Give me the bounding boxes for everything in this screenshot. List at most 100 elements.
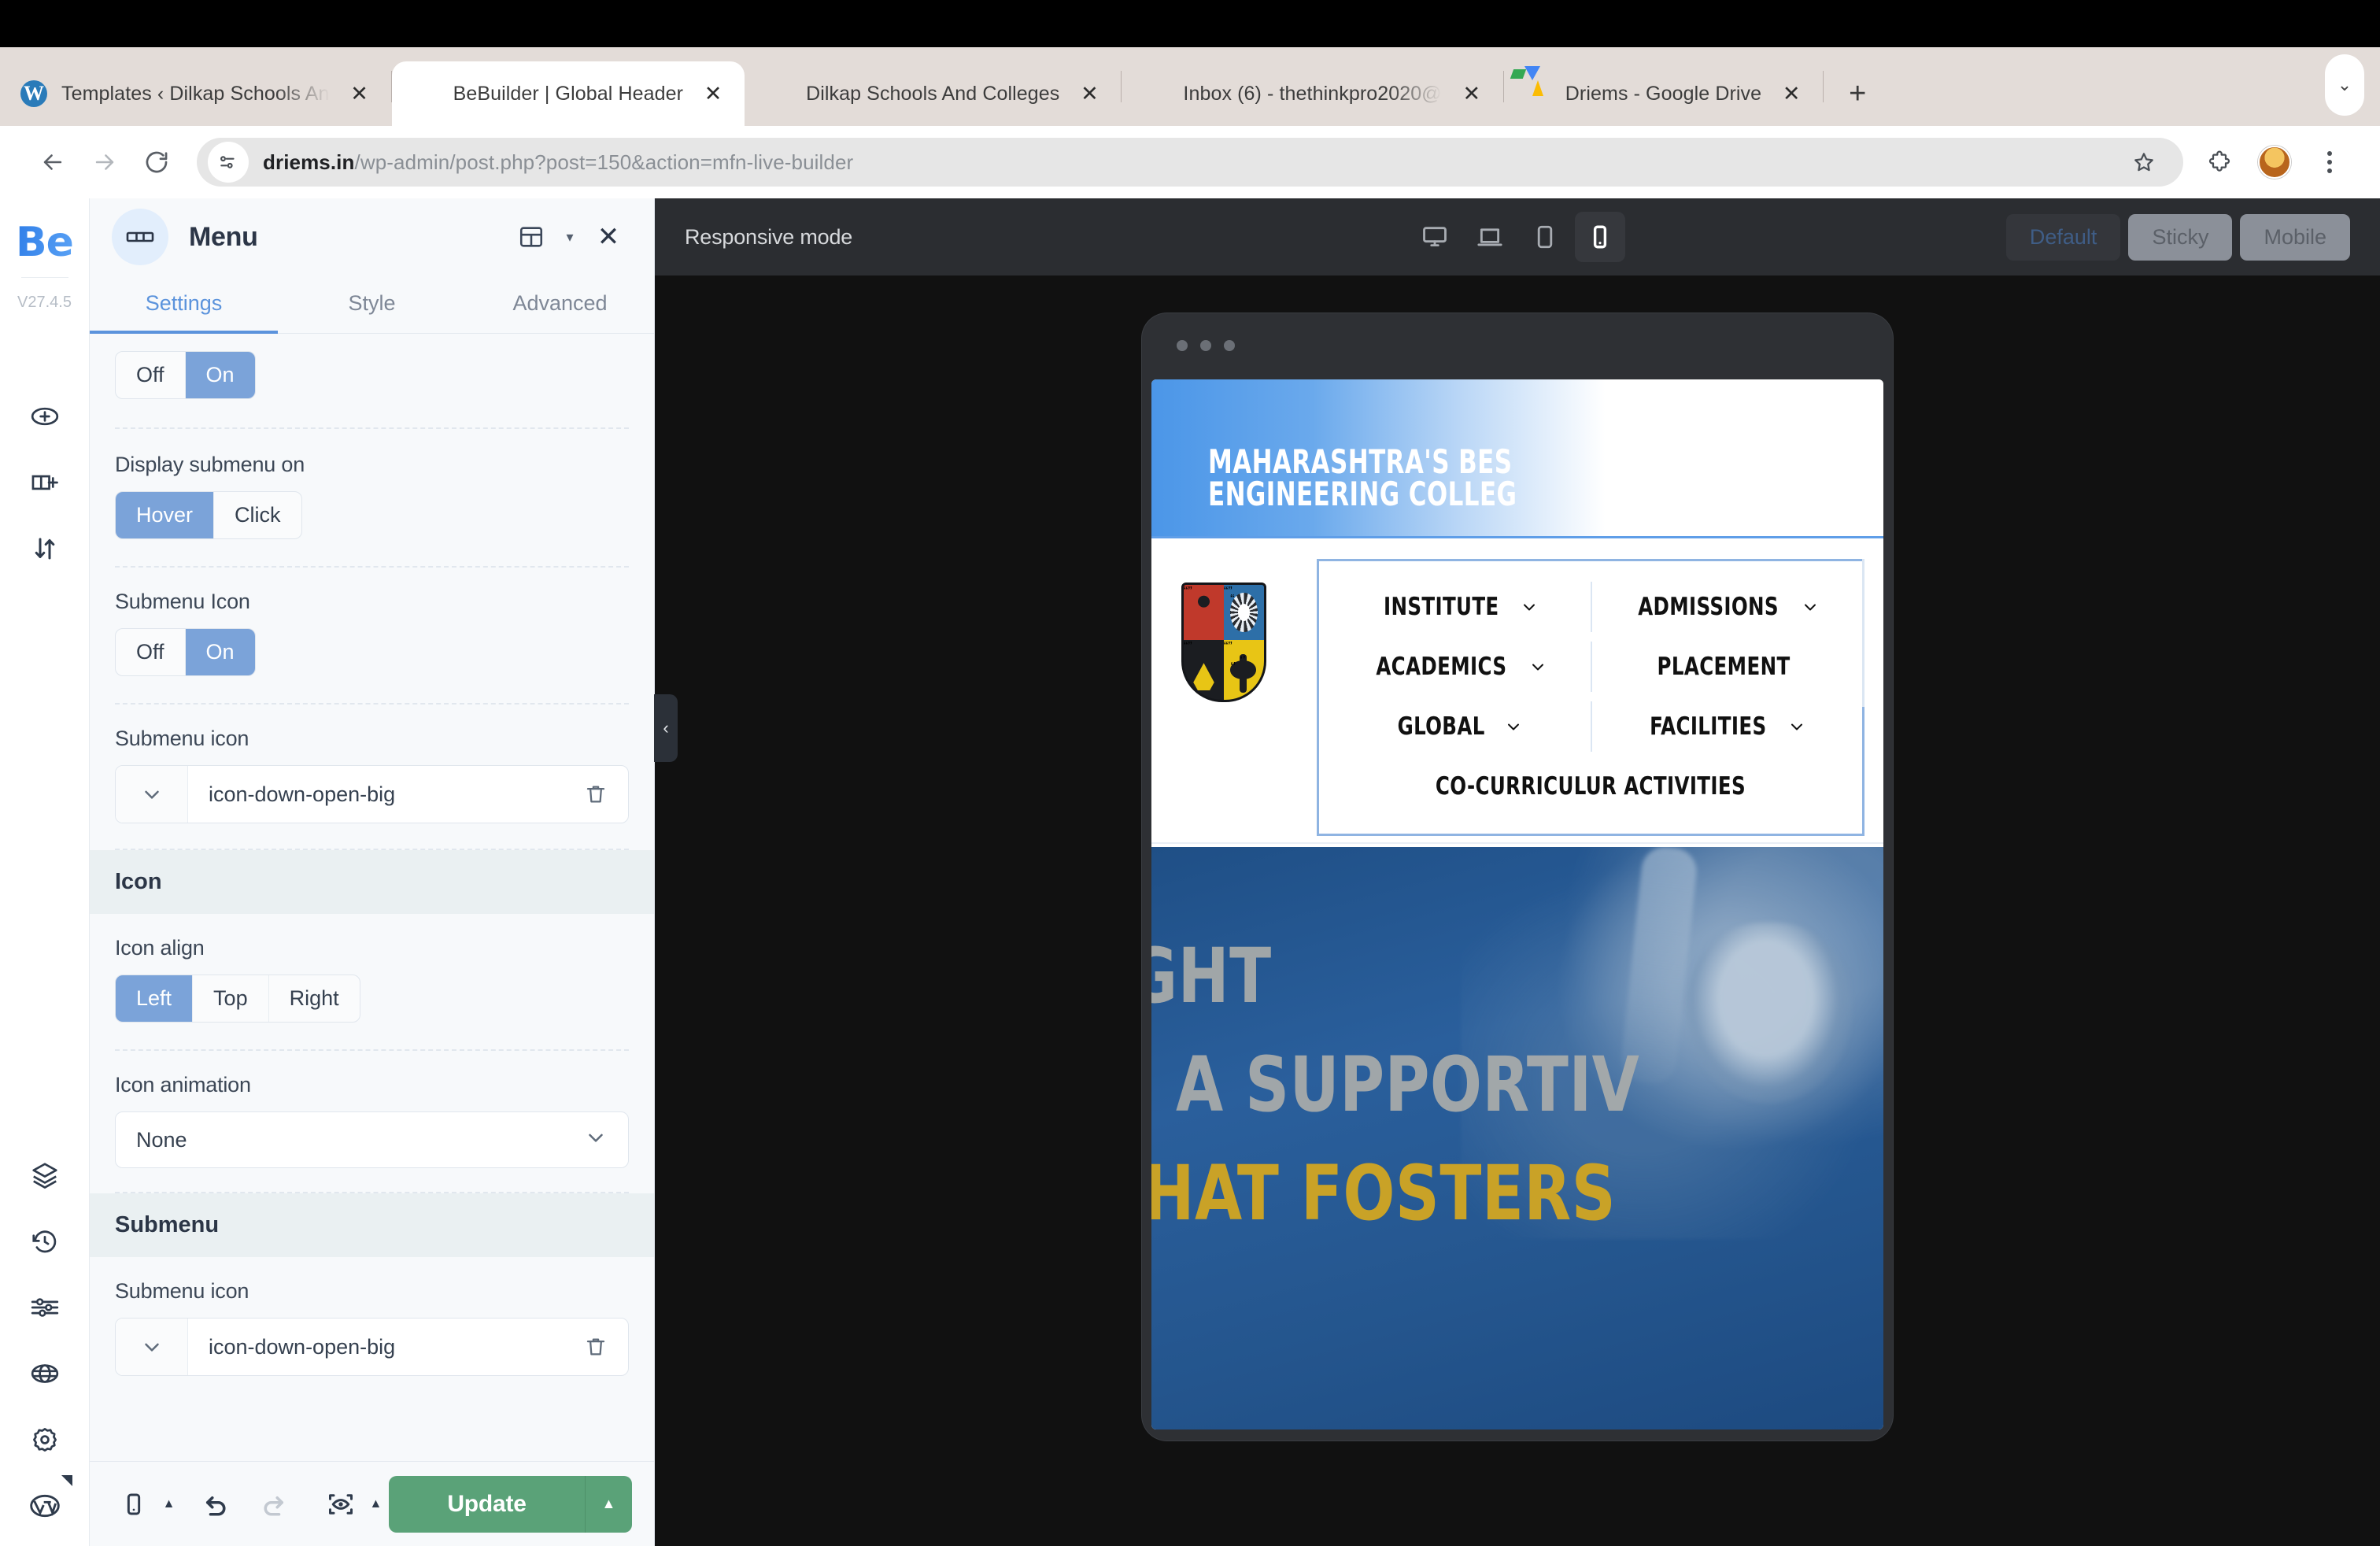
site-nav-menu[interactable]: INSTITUTE ADMISSIONS ACADEMICS PLACEMENT… [1317,559,1864,836]
trash-icon[interactable] [564,1335,628,1359]
segment-left[interactable]: Left [116,975,194,1022]
reorder-icon[interactable] [27,531,63,567]
close-icon[interactable]: ✕ [1776,78,1807,109]
close-icon[interactable]: ✕ [1456,78,1488,109]
menu-item-facilities[interactable]: FACILITIES [1591,697,1857,756]
segment-right[interactable]: Right [269,975,360,1022]
segment-on[interactable]: On [185,629,255,675]
forward-arrow-icon[interactable] [79,136,131,188]
trash-icon[interactable] [564,782,628,806]
icon-animation-select[interactable]: None [115,1111,629,1168]
close-icon[interactable]: ✕ [588,216,629,257]
desktop-icon[interactable] [1410,212,1460,262]
undo-icon[interactable] [194,1482,238,1526]
segmented-control[interactable]: Off On [115,628,256,676]
menu-item-global[interactable]: GLOBAL [1324,697,1591,756]
caret-up-icon[interactable]: ▲ [156,1482,183,1526]
segment-top[interactable]: Top [193,975,269,1022]
page-info-icon[interactable] [208,142,249,183]
rail-divider [20,277,68,278]
browser-tab-4[interactable]: Inbox (6) - thethinkpro2020@ ✕ [1122,61,1502,126]
caret-up-icon[interactable]: ▲ [584,1475,632,1533]
canvas-viewport: MAHARASHTRA'S BES ENGINEERING COLLEG INS… [655,276,2380,1546]
canvas-toolbar: Responsive mode Default Sticky Mobile [655,198,2380,276]
segment-on[interactable]: On [185,352,255,398]
segment-off[interactable]: Off [116,629,186,675]
sliders-icon[interactable] [27,1289,63,1326]
tab-divider [1823,71,1824,102]
browser-tab-5[interactable]: Driems - Google Drive ✕ [1504,61,1823,126]
browser-tab-2[interactable]: BeBuilder | Global Header ✕ [391,61,745,126]
segmented-control[interactable]: Off On [115,351,256,399]
wordpress-icon[interactable] [27,1475,72,1524]
browser-tab-1[interactable]: W Templates ‹ Dilkap Schools An ✕ [0,61,391,126]
version-label: V27.4.5 [17,294,72,311]
layers-icon[interactable] [27,1157,63,1193]
chevron-down-icon[interactable] [116,766,188,823]
icon-name-value: icon-down-open-big [209,1334,396,1359]
page-title: Menu [189,221,258,252]
preview-screen[interactable]: MAHARASHTRA'S BES ENGINEERING COLLEG INS… [1151,379,1883,1429]
mode-sticky[interactable]: Sticky [2128,213,2233,261]
icon-picker[interactable]: icon-down-open-big [115,765,629,823]
laptop-icon[interactable] [1465,212,1515,262]
url-input[interactable]: driems.in/wp-admin/post.php?post=150&act… [197,138,2183,187]
field-submenu-icon-toggle: Submenu Icon Off On [90,568,654,676]
field-label: Submenu icon [115,1279,249,1303]
close-icon[interactable]: ✕ [697,78,729,109]
back-arrow-icon[interactable] [27,136,79,188]
url-actions [2120,139,2168,186]
responsive-mode-label: Responsive mode [685,224,853,249]
url-path: /wp-admin/post.php?post=150&action=mfn-l… [354,150,854,174]
mode-default[interactable]: Default [2005,213,2121,261]
chevron-down-icon[interactable] [116,1319,188,1375]
mode-mobile[interactable]: Mobile [2240,213,2350,261]
browser-tab-3[interactable]: Dilkap Schools And Colleges ✕ [745,61,1121,126]
menu-item-label: PLACEMENT [1657,653,1791,681]
menu-item-academics[interactable]: ACADEMICS [1324,637,1591,697]
menu-item-institute[interactable]: INSTITUTE [1324,577,1591,637]
segment-off[interactable]: Off [116,352,186,398]
globe-icon[interactable] [27,1356,63,1392]
layout-icon[interactable] [511,216,552,257]
segmented-control[interactable]: Hover Click [115,491,302,539]
menu-item-admissions[interactable]: ADMISSIONS [1591,577,1857,637]
caret-up-icon[interactable]: ▲ [362,1482,389,1526]
extensions-icon[interactable] [2196,139,2243,186]
segmented-control[interactable]: Left Top Right [115,975,360,1023]
save-button[interactable]: Update [389,1475,585,1533]
add-column-icon[interactable] [27,464,63,501]
close-icon[interactable]: ✕ [1074,78,1105,109]
star-icon[interactable] [2120,139,2168,186]
tab-style[interactable]: Style [278,276,466,333]
menu-item-label: FACILITIES [1650,712,1767,741]
chevron-down-icon[interactable]: ▾ [560,216,580,257]
avatar[interactable] [2251,139,2298,186]
collapse-panel-handle[interactable]: ‹ [654,694,678,762]
reload-icon[interactable] [131,136,183,188]
history-icon[interactable] [27,1223,63,1259]
icon-picker[interactable]: icon-down-open-big [115,1318,629,1376]
preview-eye-icon[interactable] [319,1482,363,1526]
panel-scroll-area[interactable]: Off On Display submenu on Hover Click Su… [90,334,654,1461]
tab-search-chevron-down-icon[interactable]: ⌄ [2325,54,2364,116]
mobile-icon[interactable] [112,1482,156,1526]
add-section-icon[interactable] [27,398,63,435]
menu-item-co-curricular-activities[interactable]: CO-CURRICULUR ACTIVITIES [1324,756,1857,816]
close-icon[interactable]: ✕ [344,78,375,109]
new-tab-button[interactable]: + [1836,72,1879,115]
tablet-icon[interactable] [1520,212,1570,262]
segment-click[interactable]: Click [214,492,301,538]
menu-item-placement[interactable]: PLACEMENT [1591,637,1857,697]
bebuilder-logo: Be [16,219,74,266]
tab-settings[interactable]: Settings [90,276,278,334]
menu-grid: INSTITUTE ADMISSIONS ACADEMICS PLACEMENT… [1324,577,1857,816]
preview-canvas: Responsive mode Default Sticky Mobile MA… [655,198,2380,1546]
tab-advanced[interactable]: Advanced [466,276,654,333]
segment-hover[interactable]: Hover [116,492,215,538]
three-dot-menu-icon[interactable] [2306,139,2353,186]
hero-heading: IGHT H A SUPPORTIV THAT FOSTERS [1151,938,1699,1231]
redo-icon[interactable] [251,1482,295,1526]
mobile-icon[interactable] [1575,212,1625,262]
gear-icon[interactable] [27,1422,63,1458]
